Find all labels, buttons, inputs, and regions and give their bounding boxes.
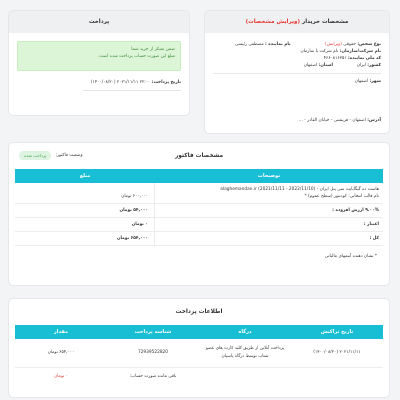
representative-label: نام نماینده : [265,42,291,47]
item-amount: ۶۰۰,۰۰۰ تومان [15,183,155,203]
table-row: ۹.۰۰% ارزش افزوده : ۵۴,۰۰۰ تومان [15,204,383,218]
credit-amount: ۰ تومان [15,218,155,231]
invoice-card: مشخصات فاکتور وضعیت فاکتور: پرداخت شده ت… [8,142,390,286]
invoice-status-label: وضعیت فاکتور: [55,153,83,158]
edit-buyer-link[interactable]: (ویرایش مشخصات) [246,19,300,25]
edit-person-type-link[interactable]: (ویرایش) [325,42,342,47]
invoice-table-header: توضیحات مبلغ [15,169,383,183]
payment-date-row: تاریخ پرداخت: ۲۲:۰۰ ۲۰۲۱/۱۱/۱۱ (۱۴۰۰/۰۸/… [17,79,181,86]
invoice-status: وضعیت فاکتور: پرداخت شده [19,151,83,160]
city-value: اصفهان [354,79,369,84]
vat-label: ۹.۰۰% ارزش افزوده : [332,208,379,213]
alert-line-1: ضمن تشکر از خرید شما [131,47,175,52]
balance-label: باقی مانده صورت حساب: [129,374,177,379]
province-label: استان: [318,63,333,68]
item-description-2: نام قالب انتخابی: کودنتور (سطح عموم) * [304,194,379,199]
buyer-title: مشخصات خریدار [302,19,349,25]
payment-info-title: اطلاعات پرداخت [175,309,223,315]
country-value: ایران [356,63,366,68]
table-row: ۲۰۲۱/۱۱/۱۱ (۱۴۰۰/۰۸/۲۰) پرداخت آنلاین از… [15,339,383,368]
col-description: توضیحات [257,173,281,179]
person-type-value: حقوقی [343,42,356,47]
payment-success-alert: ضمن تشکر از خرید شما مبلغ این صورت حساب … [17,41,181,71]
national-code-value: ۴۶۶۰۸۱۶۳۵۱ [323,56,347,61]
address-row: آدرس: اصفهان - فریشتی - خیابان القادر - … [299,118,381,123]
vat-amount: ۵۴,۰۰۰ تومان [15,204,155,217]
gateway-line-1: پرداخت آنلاین از طریق کلیه کارت های عضو [205,346,285,351]
tax-note: * نشان دهنده آیتمهای مالیاتی [324,254,377,259]
col-amount: مبلغ [79,173,91,179]
balance-row: باقی مانده صورت حساب: ۰ تومان [15,374,383,379]
total-label: کل : [369,236,379,241]
payment-date-label: تاریخ پرداخت: [151,80,181,85]
date-divider [83,90,181,91]
city-label: شهر: [369,79,381,84]
payment-info-card: اطلاعات پرداخت تاریخ تراکنش درگاه شناسه … [8,298,390,398]
country-label: کشور: [367,63,381,68]
balance-value: ۰ تومان [54,374,68,379]
transaction-date: ۲۰۲۱/۱۱/۱۱ (۱۴۰۰/۰۸/۲۰) [313,350,361,355]
payment-card: پرداخت ضمن تشکر از خرید شما مبلغ این صور… [8,10,190,116]
payment-id: 72939522820 [137,350,169,355]
gateway-cell: پرداخت آنلاین از طریق کلیه کارت های عضو … [199,345,291,361]
buyer-card-header: مشخصات خریدار (ویرایش مشخصات) [205,11,389,33]
alert-line-2: مبلغ این صورت حساب پرداخت شده است. [97,54,175,59]
table-row: کل : ۶۵۴,۰۰۰ تومان [15,232,383,246]
payment-card-header: پرداخت [9,11,189,33]
address-label: آدرس: [367,118,381,123]
representative-value: مصطفی رئیسی [235,42,264,47]
payment-title: پرداخت [88,19,110,25]
status-badge: پرداخت شده [19,151,52,160]
table-row: هاست ده گیگابایت سی پنل ایران - alaghema… [15,183,383,204]
col-gateway: درگاه [238,329,252,335]
col-transaction-date: تاریخ تراکنش [320,329,354,335]
gateway-line-2: شتاب توسط درگاه پاسیان [221,354,269,359]
credit-label: اعتبار : [363,222,379,227]
payment-amount: ۶۵۴,۰۰۰ تومان [47,350,75,355]
total-amount: ۶۵۴,۰۰۰ تومان [15,232,155,245]
buyer-card: مشخصات خریدار (ویرایش مشخصات) نوع شخص: ح… [204,10,390,134]
address-value: اصفهان - فریشتی - خیابان القادر - ... [298,118,366,123]
company-value: نام شرکت یا سازمان [300,49,339,54]
payment-date-value: ۲۲:۰۰ ۲۰۲۱/۱۱/۱۱ (۱۴۰۰/۰۸/۲۰) [90,80,151,85]
person-type-label: نوع شخص: [357,42,381,47]
invoice-title: مشخصات فاکتور [174,153,224,159]
table-row: اعتبار : ۰ تومان [15,218,383,232]
col-payment-id: شناسه پرداخت [134,329,172,335]
payment-table-header: تاریخ تراکنش درگاه شناسه پرداخت مقدار [15,325,383,339]
item-description-1: هاست ده گیگابایت سی پنل ایران - alaghema… [220,187,379,192]
col-amount: مقدار [53,329,69,335]
national-code-label: کد ملی نماینده: [348,56,381,61]
province-value: اصفهان [303,63,318,68]
company-label: نام شرکت/سازمان: [339,49,381,54]
